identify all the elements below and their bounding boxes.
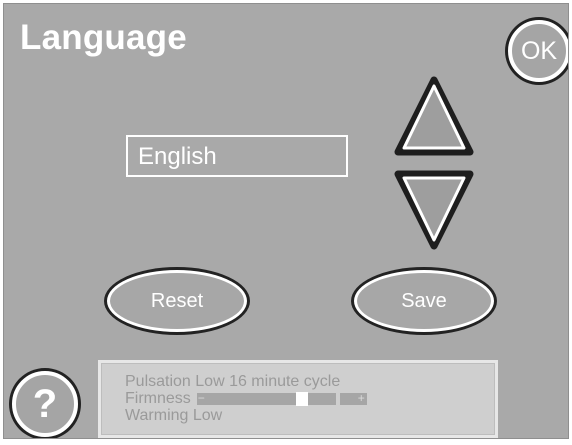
language-down-button[interactable] [394, 168, 474, 250]
help-button[interactable]: ? [12, 371, 78, 437]
firmness-minus: − [197, 390, 205, 405]
ok-label: OK [520, 36, 558, 65]
firmness-plus: + [357, 390, 365, 405]
language-up-button[interactable] [394, 76, 474, 158]
firmness-marker [295, 391, 308, 406]
save-button[interactable]: Save [354, 270, 494, 332]
pulsation-status: Pulsation Low 16 minute cycle [125, 373, 341, 390]
reset-button[interactable]: Reset [107, 270, 247, 332]
firmness-divider [335, 392, 340, 405]
question-mark-icon: ? [32, 381, 58, 426]
ok-button[interactable]: OK [508, 20, 568, 82]
language-value: English [138, 143, 217, 170]
firmness-row: Firmness − + [125, 390, 495, 407]
page-title: Language [20, 18, 187, 57]
language-screen: Language OK English Reset Save Pulsation… [3, 3, 569, 439]
language-field[interactable]: English [126, 135, 348, 177]
firmness-label: Firmness [125, 390, 191, 407]
reset-label: Reset [150, 289, 204, 312]
warming-status: Warming Low [125, 407, 223, 424]
save-label: Save [401, 289, 447, 312]
status-panel: Pulsation Low 16 minute cycle Firmness −… [98, 360, 498, 438]
firmness-bar: − + [196, 390, 367, 406]
